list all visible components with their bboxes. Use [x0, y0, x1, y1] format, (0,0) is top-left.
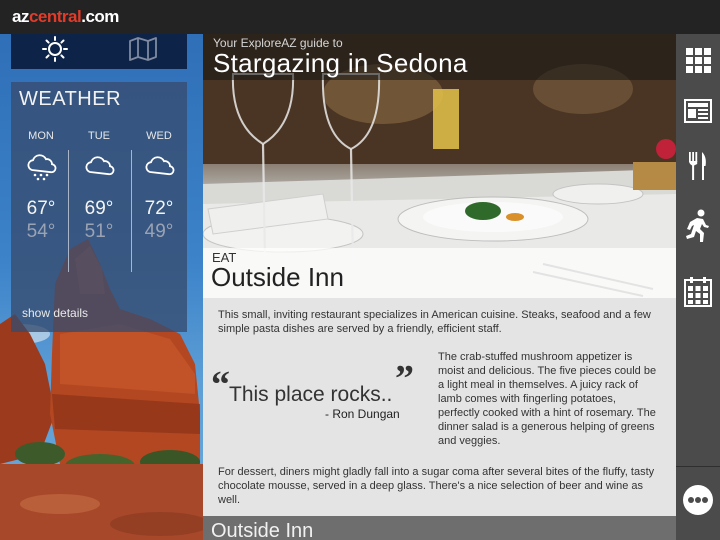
close-quote-mark: ”	[395, 358, 414, 400]
restaurant-photo: Your ExploreAZ guide to Stargazing in Se…	[203, 34, 676, 298]
low-temp: 54°	[26, 221, 56, 242]
sidebar-button-grid[interactable]	[676, 38, 720, 82]
logo-main: central	[28, 7, 82, 26]
logo-prefix: az	[12, 7, 29, 26]
guide-header: Your ExploreAZ guide to Stargazing in Se…	[203, 34, 676, 80]
low-temp: 49°	[144, 221, 174, 242]
quote-author: - Ron Dungan	[325, 407, 400, 421]
running-person-icon	[685, 209, 711, 243]
next-listing-title: Outside Inn	[211, 520, 314, 540]
sidebar-button-activities[interactable]	[676, 204, 720, 248]
next-listing-bar[interactable]: Outside Inn	[203, 516, 676, 540]
sidebar-button-calendar[interactable]	[676, 270, 720, 314]
day-name: MON	[28, 130, 54, 142]
grid-icon	[685, 47, 711, 73]
forecast-day-mon: MON 67° 54°	[15, 130, 67, 243]
weather-panel: WEATHER MON 67° 54° TUE 69° 51° WED 72° …	[11, 82, 187, 332]
high-temp: 67°	[26, 198, 56, 219]
listing-header: EAT Outside Inn	[203, 248, 676, 298]
day-name: TUE	[88, 130, 110, 142]
main-content: Your ExploreAZ guide to Stargazing in Se…	[203, 34, 676, 540]
sun-tab[interactable]	[11, 34, 99, 69]
quote-text: This place rocks..	[229, 383, 393, 406]
forecast-divider	[131, 150, 132, 272]
sun-icon	[42, 36, 68, 67]
sidebar-button-eat[interactable]	[676, 144, 720, 188]
high-temp: 72°	[144, 198, 174, 219]
top-bar: azcentral.com	[0, 0, 720, 34]
forecast-day-tue: TUE 69° 51°	[73, 130, 125, 243]
listing-title: Outside Inn	[211, 262, 344, 292]
map-icon	[129, 37, 157, 66]
rain-cloud-icon	[15, 154, 67, 184]
low-temp: 51°	[84, 221, 114, 242]
sidebar-button-news[interactable]	[676, 89, 720, 133]
azcentral-logo[interactable]: azcentral.com	[12, 7, 119, 27]
dessert-text: For dessert, diners might gladly fall in…	[218, 466, 655, 506]
fork-knife-icon	[688, 151, 708, 181]
listing-intro: This small, inviting restaurant speciali…	[218, 309, 651, 335]
weather-title: WEATHER	[19, 88, 122, 110]
cloud-icon	[133, 154, 185, 184]
forecast-divider	[68, 150, 69, 272]
sidebar-divider	[676, 466, 720, 467]
review-text: The crab-stuffed mushroom appetizer is m…	[438, 351, 657, 447]
sidebar-button-more[interactable]	[676, 478, 720, 522]
forecast-day-wed: WED 72° 49°	[133, 130, 185, 243]
high-temp: 69°	[84, 198, 114, 219]
newspaper-icon	[684, 99, 712, 123]
open-quote-mark: “	[211, 364, 230, 406]
more-icon	[682, 484, 714, 516]
calendar-icon	[684, 277, 712, 307]
show-details-link[interactable]: show details	[22, 306, 88, 320]
map-tab[interactable]	[99, 34, 187, 69]
weather-tab-strip	[11, 34, 187, 69]
logo-suffix: .com	[81, 7, 119, 26]
cloud-icon	[73, 154, 125, 184]
guide-title: Stargazing in Sedona	[213, 48, 468, 78]
right-sidebar	[676, 34, 720, 540]
day-name: WED	[146, 130, 172, 142]
